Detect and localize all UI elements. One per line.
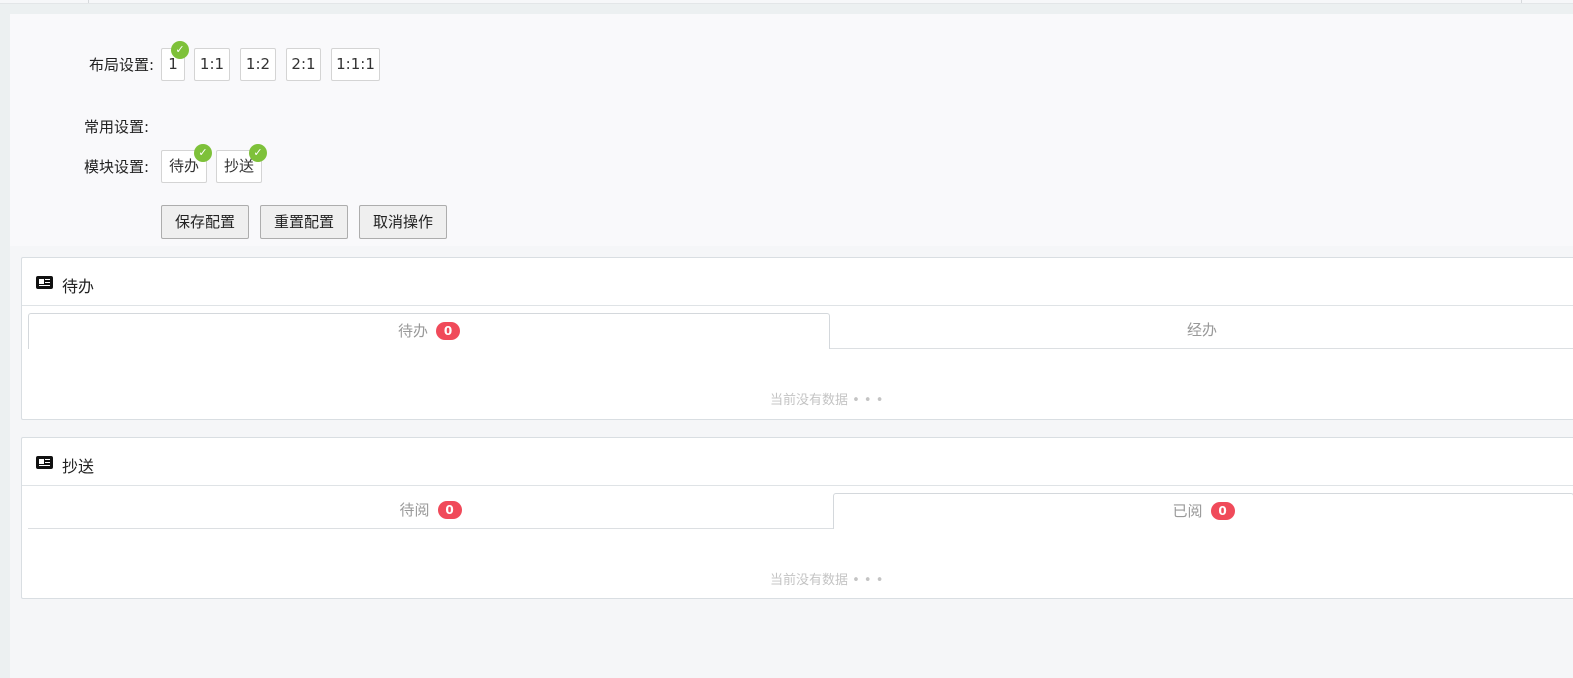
checkmark-icon: ✓	[249, 144, 267, 162]
checkmark-icon: ✓	[171, 41, 189, 59]
checkmark-icon: ✓	[194, 144, 212, 162]
id-card-icon	[36, 456, 53, 469]
tab-to-read[interactable]: 待阅 0	[28, 493, 833, 529]
tab-label: 已阅	[1172, 502, 1203, 520]
tab-label: 待办	[397, 322, 428, 340]
tab-label: 经办	[1186, 321, 1217, 339]
common-settings-label: 常用设置:	[84, 118, 150, 136]
count-badge: 0	[1210, 502, 1235, 520]
panel-header: 待办	[22, 258, 1573, 306]
layout-option-1-1[interactable]: 1:1	[194, 48, 230, 81]
layout-option-2-1[interactable]: 2:1	[286, 48, 321, 81]
top-bar-divider	[88, 0, 89, 3]
layout-option-1-2[interactable]: 1:2	[240, 48, 276, 81]
page-content: 布局设置: 1 ✓ 1:1 1:2 2:1 1:1:1 常用设置: 模块设置: …	[10, 14, 1573, 678]
tab-todo[interactable]: 待办 0	[28, 313, 830, 349]
count-badge: 0	[437, 501, 462, 519]
top-bar	[0, 0, 1573, 4]
module-settings-label: 模块设置:	[84, 158, 150, 176]
config-section: 布局设置: 1 ✓ 1:1 1:2 2:1 1:1:1 常用设置: 模块设置: …	[10, 14, 1573, 246]
cancel-operation-button[interactable]: 取消操作	[359, 205, 447, 239]
layout-option-1-1-1[interactable]: 1:1:1	[331, 48, 380, 81]
tab-label: 待阅	[399, 501, 430, 519]
empty-state-text: 当前没有数据 • • •	[770, 393, 884, 408]
id-card-icon	[36, 276, 53, 289]
count-badge: 0	[436, 322, 460, 340]
cc-panel: 抄送 待阅 0 已阅 0 当前没有数据 • • •	[21, 437, 1573, 599]
save-config-button[interactable]: 保存配置	[161, 205, 249, 239]
todo-panel: 待办 待办 0 经办 当前没有数据 • • •	[21, 257, 1573, 420]
layout-settings-label: 布局设置:	[89, 56, 155, 74]
panel-title: 待办	[62, 277, 95, 296]
empty-state-text: 当前没有数据 • • •	[770, 573, 884, 588]
panel-title: 抄送	[62, 457, 95, 476]
reset-config-button[interactable]: 重置配置	[260, 205, 348, 239]
top-bar-divider	[1521, 0, 1522, 3]
tab-read[interactable]: 已阅 0	[833, 493, 1573, 529]
panel-header: 抄送	[22, 438, 1573, 486]
tab-handled[interactable]: 经办	[830, 313, 1573, 349]
